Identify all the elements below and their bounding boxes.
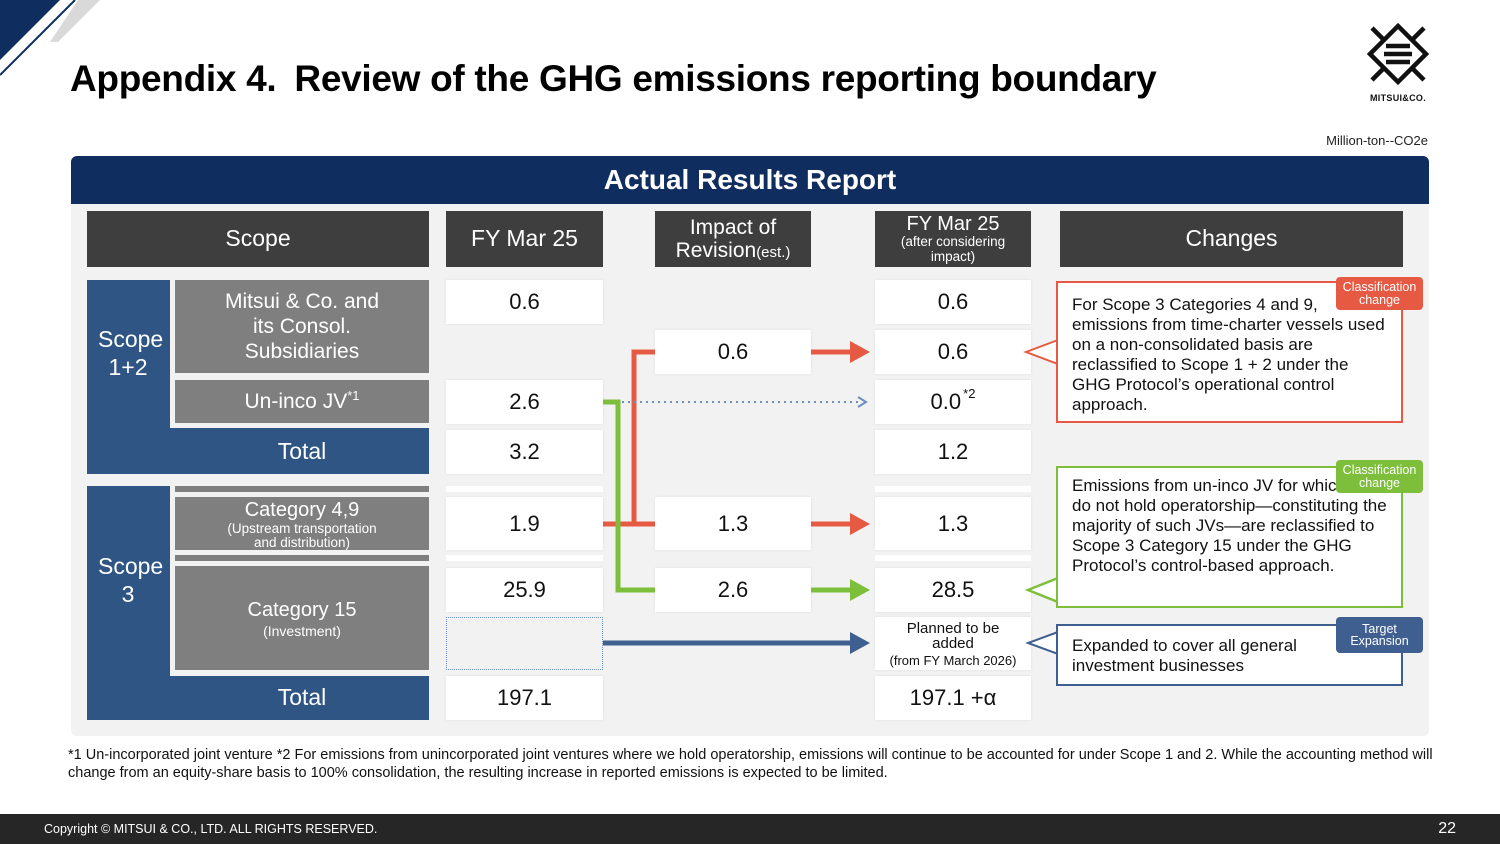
change-tag-1: Classification change bbox=[1336, 277, 1423, 310]
callout-pointer-red bbox=[1023, 338, 1059, 366]
footnote: *1 Un-incorporated joint venture *2 For … bbox=[68, 747, 1433, 782]
page-number: 22 bbox=[1438, 820, 1456, 837]
green-arrowhead bbox=[850, 579, 870, 601]
change-tag-3: Target Expansion bbox=[1336, 617, 1423, 653]
callout-pointer-green bbox=[1024, 576, 1060, 604]
red-arrowhead-cat49 bbox=[850, 513, 870, 535]
change-tag-2: Classification change bbox=[1336, 460, 1423, 493]
red-arrowhead-consol bbox=[850, 341, 870, 363]
blue-arrowhead bbox=[850, 632, 870, 654]
copyright: Copyright © MITSUI & CO., LTD. ALL RIGHT… bbox=[44, 822, 378, 836]
callout-pointer-blue bbox=[1025, 630, 1059, 656]
red-flow-line bbox=[603, 349, 655, 527]
green-flow-line bbox=[603, 399, 655, 593]
footer-bar: Copyright © MITSUI & CO., LTD. ALL RIGHT… bbox=[0, 814, 1500, 844]
